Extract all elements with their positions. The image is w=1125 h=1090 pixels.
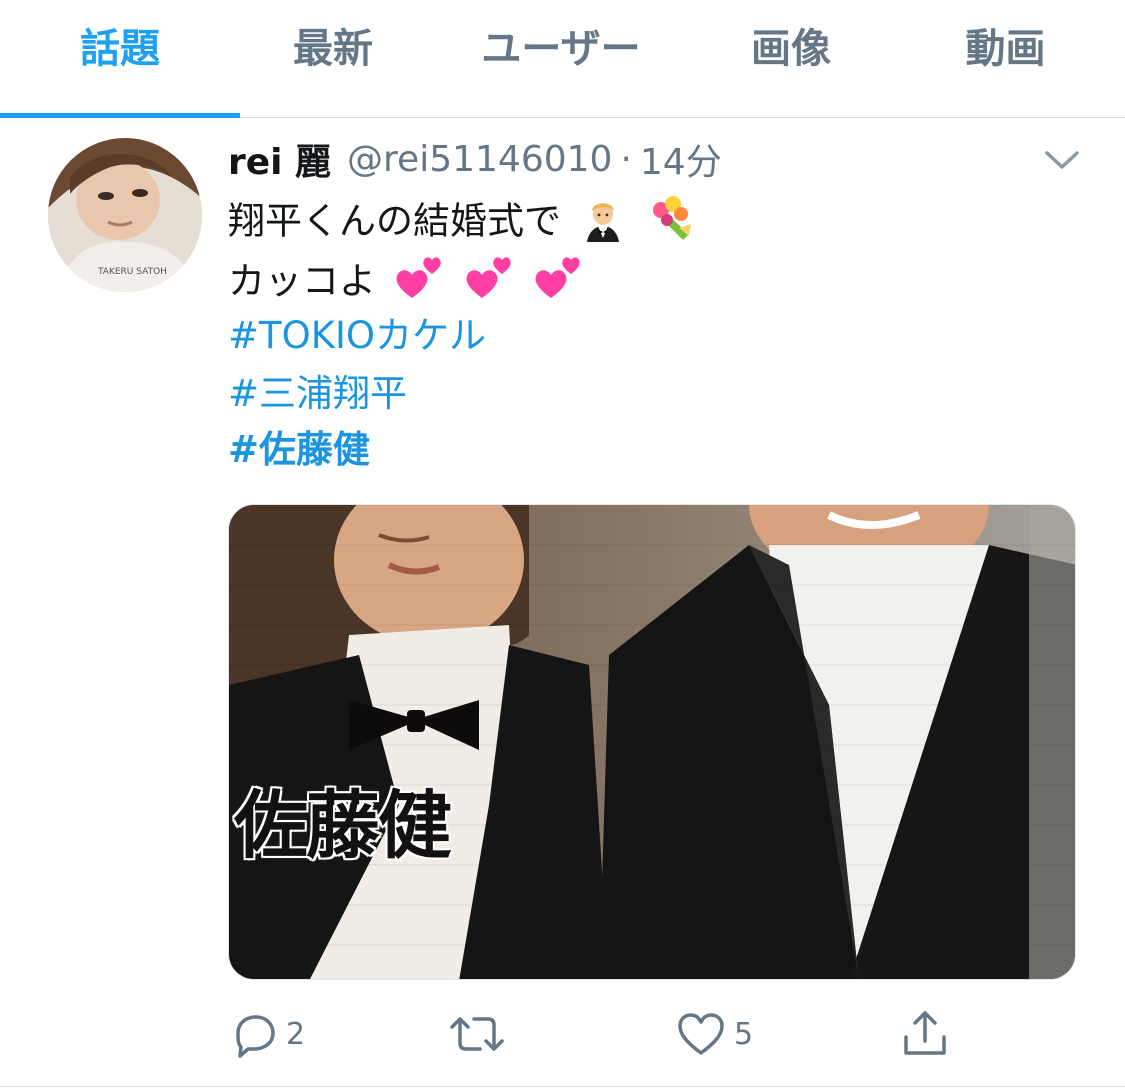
tab-users[interactable]: ユーザー [426, 0, 696, 118]
reply-count: 2 [286, 1016, 306, 1052]
like-count: 5 [734, 1016, 754, 1052]
hashtag-link[interactable]: #佐藤健 [228, 428, 370, 472]
tab-videos[interactable]: 動画 [886, 0, 1125, 118]
share-button[interactable] [898, 1006, 952, 1062]
two-hearts-emoji [533, 254, 585, 312]
avatar[interactable]: TAKERU SATOH [48, 138, 202, 292]
heart-icon [676, 1009, 726, 1059]
user-handle[interactable]: @rei51146010 [347, 139, 612, 180]
hashtag-link[interactable]: #三浦翔平 [228, 372, 407, 416]
timestamp[interactable]: 14分 [640, 133, 722, 185]
tab-label: 話題 [80, 26, 160, 72]
active-tab-indicator [0, 113, 240, 118]
divider [0, 1086, 1125, 1087]
tweet-text: カッコよ [228, 259, 376, 303]
tab-label: 動画 [965, 26, 1046, 72]
tweet-text-line: 翔平くんの結婚式で [228, 194, 701, 252]
man-in-tuxedo-emoji [579, 194, 627, 252]
search-tabs: 話題 最新 ユーザー 画像 動画 [0, 0, 1125, 118]
tab-label: 画像 [751, 26, 831, 72]
tab-label: 最新 [293, 26, 373, 72]
tweet-photo[interactable] [228, 504, 1076, 980]
tab-images[interactable]: 画像 [696, 0, 886, 118]
tab-label: ユーザー [481, 26, 641, 72]
reply-button[interactable]: 2 [228, 1006, 305, 1062]
separator: · [620, 138, 632, 180]
avatar-shirt-text: TAKERU SATOH [97, 267, 167, 277]
retweet-icon [446, 1009, 508, 1059]
tweet-text: 翔平くんの結婚式で [228, 199, 561, 243]
tweet-text-line: カッコよ [228, 254, 585, 312]
retweet-button[interactable] [446, 1006, 516, 1062]
tab-latest[interactable]: 最新 [240, 0, 426, 118]
hashtag-link[interactable]: #TOKIOカケル [228, 314, 486, 358]
bouquet-emoji [645, 194, 701, 252]
tab-trending[interactable]: 話題 [0, 0, 240, 118]
like-button[interactable]: 5 [676, 1006, 753, 1062]
share-icon [898, 1007, 952, 1061]
two-hearts-emoji [394, 254, 446, 312]
media-caption-text: 佐藤健 [233, 782, 454, 871]
tweet-header: rei 麗 @rei51146010 · 14分 [228, 134, 722, 184]
two-hearts-emoji [464, 254, 516, 312]
reply-icon [228, 1009, 278, 1059]
display-name[interactable]: rei 麗 [228, 133, 331, 185]
chevron-down-icon[interactable] [1042, 146, 1082, 174]
